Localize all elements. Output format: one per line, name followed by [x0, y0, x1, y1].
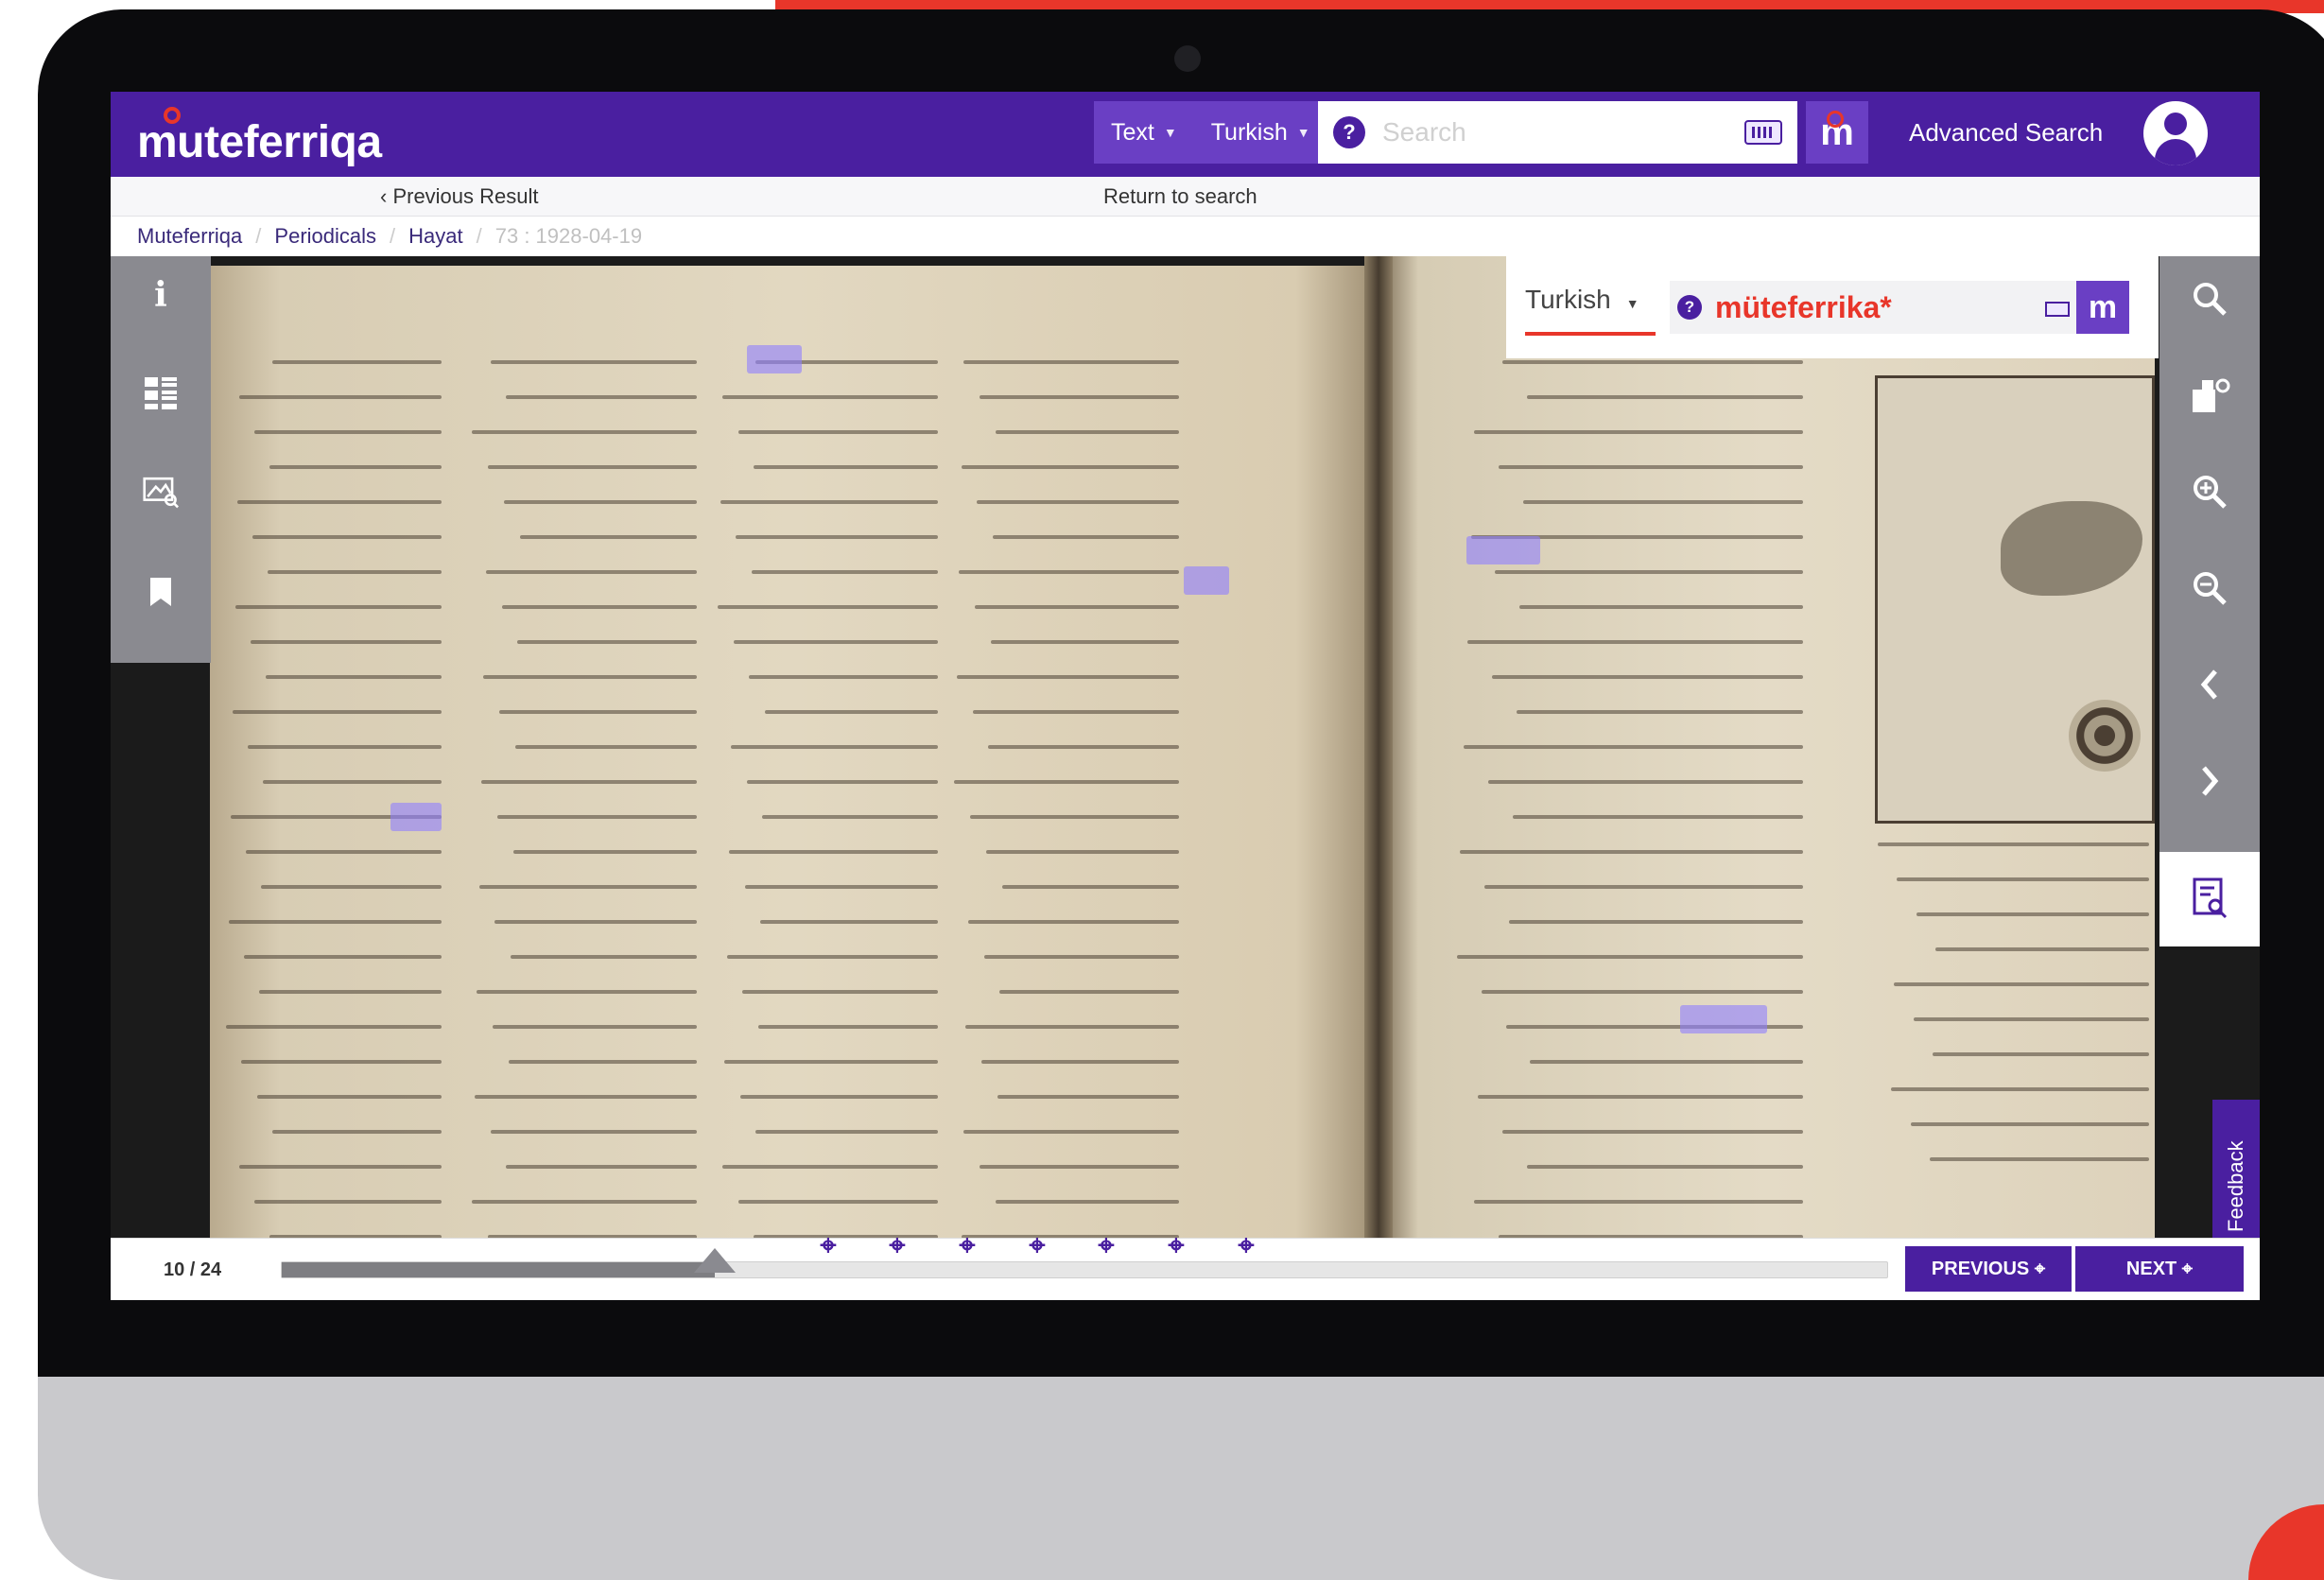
camera [1174, 45, 1201, 72]
return-to-search-link[interactable]: Return to search [1103, 184, 1257, 209]
text-column [716, 360, 938, 1238]
breadcrumb-item[interactable]: Periodicals [274, 224, 376, 249]
chevron-down-icon: ▼ [1625, 296, 1639, 311]
text-column [470, 360, 697, 1238]
zoom-in-icon[interactable] [2188, 470, 2231, 513]
text-column [224, 360, 442, 1238]
hit-marker-icon[interactable]: ⌖ [886, 1230, 909, 1262]
slider-handle[interactable] [694, 1248, 736, 1273]
slider-progress [282, 1262, 716, 1277]
page-indicator: 10 / 24 [164, 1259, 222, 1280]
search-highlight [747, 345, 802, 373]
search-highlight [390, 803, 442, 831]
previous-hit-button[interactable]: PREVIOUS ⌖ [1905, 1246, 2072, 1292]
hit-marker-icon[interactable]: ⌖ [956, 1230, 979, 1262]
result-nav: ‹ Previous Result Return to search [111, 177, 2260, 217]
page-slider[interactable]: ⌖ ⌖ ⌖ ⌖ ⌖ ⌖ ⌖ [281, 1230, 1888, 1278]
document-viewer[interactable] [111, 256, 2260, 1238]
monitor-chin [38, 1377, 2324, 1580]
search-box: ? [1318, 101, 1797, 164]
thumbnails-icon[interactable] [143, 375, 179, 411]
chevron-down-icon: ▼ [1163, 125, 1177, 140]
hit-marker-icon[interactable]: ⌖ [1165, 1230, 1188, 1262]
search-options: Text ▼ Turkish ▼ [1094, 101, 1327, 164]
help-icon[interactable]: ? [1333, 116, 1365, 148]
scope-label: Text [1111, 118, 1154, 146]
breadcrumb: Muteferriqa / Periodicals / Hayat / 73 :… [111, 217, 2260, 256]
text-column [952, 360, 1179, 1238]
text-column [1875, 842, 2149, 1192]
text-column [1453, 360, 1803, 1238]
chevron-left-icon[interactable] [2188, 663, 2231, 706]
bookmark-icon[interactable] [143, 574, 179, 610]
doc-search-field[interactable]: ? müteferrika* m [1670, 281, 2129, 334]
keyboard-icon[interactable] [1744, 120, 1782, 145]
stage: muteferriqa Text ▼ Turkish ▼ ? m Advance… [0, 0, 2324, 1580]
image-search-icon[interactable] [143, 474, 179, 510]
share-icon[interactable] [2188, 373, 2231, 417]
page-scrubber: 10 / 24 ⌖ ⌖ ⌖ ⌖ ⌖ ⌖ ⌖ PREVIOUS ⌖ NEXT ⌖ [111, 1230, 2260, 1300]
doc-language-label: Turkish [1525, 285, 1611, 314]
doc-search-submit-button[interactable]: m [2076, 281, 2129, 334]
zoom-out-icon[interactable] [2188, 566, 2231, 610]
help-icon[interactable]: ? [1677, 295, 1702, 320]
user-avatar-icon[interactable] [2143, 101, 2208, 165]
search-submit-button[interactable]: m [1806, 101, 1868, 164]
top-bar: muteferriqa Text ▼ Turkish ▼ ? m Advance… [111, 92, 2260, 177]
search-highlight [1466, 536, 1540, 564]
hit-marker-icon[interactable]: ⌖ [1235, 1230, 1257, 1262]
screen: muteferriqa Text ▼ Turkish ▼ ? m Advance… [111, 92, 2260, 1300]
breadcrumb-item[interactable]: Hayat [408, 224, 462, 249]
previous-result-link[interactable]: ‹ Previous Result [380, 184, 539, 209]
next-hit-button[interactable]: NEXT ⌖ [2075, 1246, 2244, 1292]
logo[interactable]: muteferriqa [137, 116, 382, 168]
breadcrumb-item[interactable]: Muteferriqa [137, 224, 242, 249]
hit-marker-icon[interactable]: ⌖ [1095, 1230, 1118, 1262]
in-document-search: Turkish ▼ ? müteferrika* m [1506, 256, 2159, 358]
search-highlight [1184, 566, 1229, 595]
language-dropdown[interactable]: Turkish ▼ [1193, 101, 1327, 164]
hit-marker-icon[interactable]: ⌖ [1026, 1230, 1049, 1262]
search-icon[interactable] [2188, 277, 2231, 321]
dropdown-underline [1525, 332, 1656, 336]
left-tool-rail: i [111, 256, 211, 663]
breadcrumb-current: 73 : 1928-04-19 [494, 224, 643, 248]
page-gutter [1364, 256, 1393, 1238]
hit-marker-icon[interactable]: ⌖ [817, 1230, 840, 1262]
info-icon[interactable]: i [143, 275, 179, 315]
doc-search-term: müteferrika* [1715, 289, 1892, 324]
right-tool-rail [2159, 256, 2260, 852]
map-illustration [1875, 375, 2155, 824]
scope-dropdown[interactable]: Text ▼ [1094, 101, 1194, 164]
chevron-down-icon: ▼ [1296, 125, 1310, 140]
search-highlight [1680, 1005, 1767, 1033]
search-input[interactable] [1382, 117, 1704, 148]
doc-language-dropdown[interactable]: Turkish ▼ [1525, 285, 1639, 315]
advanced-search-link[interactable]: Advanced Search [1909, 118, 2103, 148]
language-label: Turkish [1210, 118, 1288, 146]
page-search-tab[interactable] [2159, 852, 2260, 946]
page-search-icon [2193, 877, 2228, 919]
chevron-right-icon[interactable] [2188, 759, 2231, 803]
keyboard-icon[interactable] [2045, 302, 2070, 317]
